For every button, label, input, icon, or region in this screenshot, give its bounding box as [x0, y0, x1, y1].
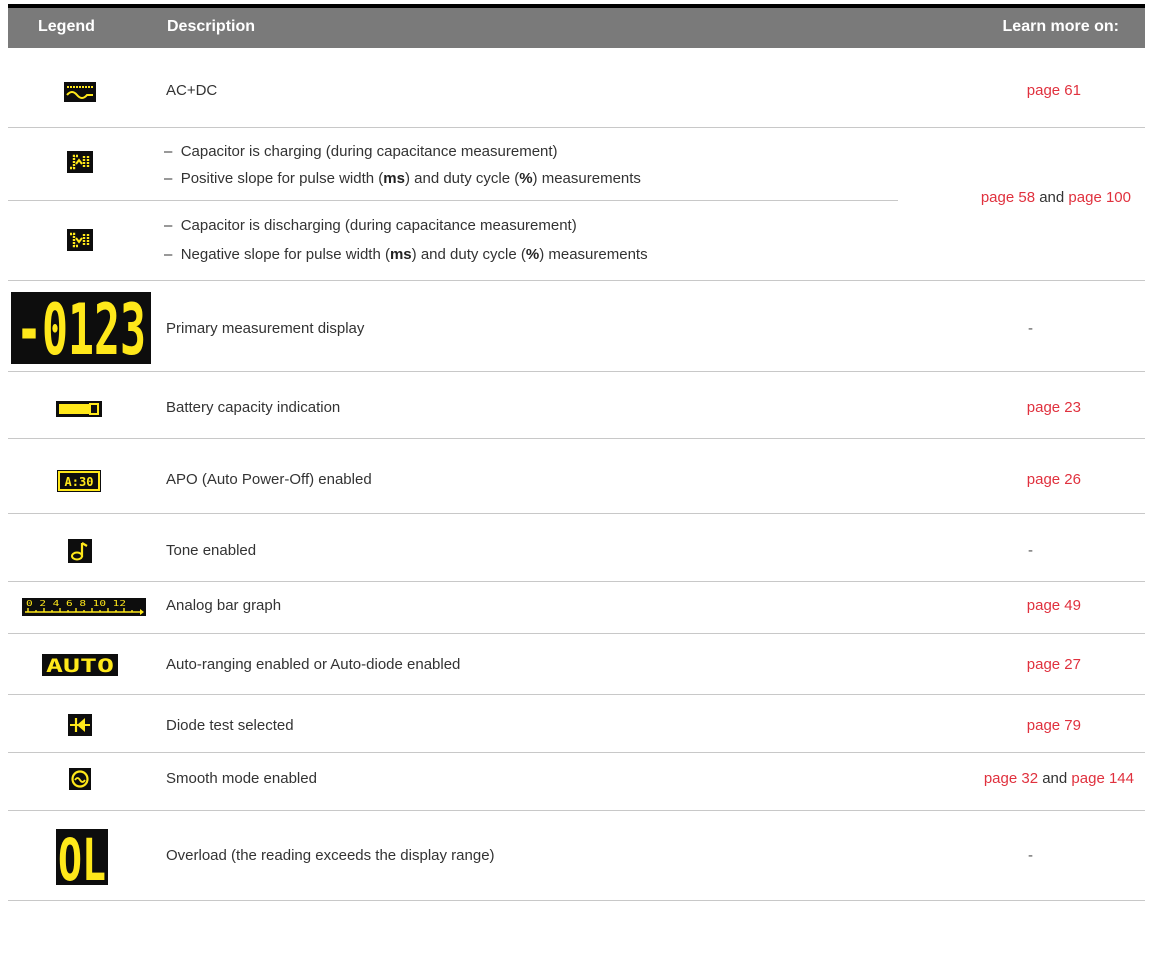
row-description: Analog bar graph	[166, 597, 282, 614]
battery-icon	[56, 401, 102, 417]
row-divider	[8, 900, 1145, 901]
svg-text:0 2 4 6 8 10 12: 0 2 4 6 8 10 12	[26, 599, 126, 608]
svg-text:AUTO: AUTO	[46, 655, 114, 676]
row-description: APO (Auto Power-Off) enabled	[166, 471, 372, 488]
row-divider	[8, 752, 1145, 753]
row-description: Diode test selected	[166, 717, 294, 734]
learn-more-none: -	[1028, 847, 1033, 864]
primary-display-icon: -0123	[11, 292, 151, 364]
diode-icon	[68, 714, 92, 736]
row-divider	[8, 581, 1145, 582]
row-divider	[8, 633, 1145, 634]
header-legend: Legend	[38, 18, 95, 35]
row-line-1: – Capacitor is charging (during capacita…	[164, 143, 558, 160]
svg-text:-0123: -0123	[16, 292, 146, 364]
apo-icon: A:30	[57, 470, 101, 492]
row-line-1: – Capacitor is discharging (during capac…	[164, 217, 577, 234]
row-description: Overload (the reading exceeds the displa…	[166, 847, 495, 864]
negative-slope-icon	[67, 229, 93, 251]
overload-icon: OL	[56, 829, 108, 885]
table-header: Legend Description Learn more on:	[8, 8, 1145, 48]
learn-more-link[interactable]: page 27	[1027, 656, 1081, 673]
row-description: Battery capacity indication	[166, 399, 341, 416]
svg-text:OL: OL	[58, 829, 106, 885]
learn-more-slope[interactable]: page 58 and page 100	[981, 189, 1131, 206]
ac-dc-icon	[64, 82, 96, 102]
learn-more-none: -	[1028, 542, 1033, 559]
learn-more-smooth[interactable]: page 32 and page 144	[984, 770, 1134, 787]
row-line-2: – Positive slope for pulse width (ms) an…	[164, 170, 641, 187]
row-description: AC+DC	[166, 82, 218, 99]
row-divider	[8, 371, 1145, 372]
row-description: Tone enabled	[166, 542, 257, 559]
learn-more-none: -	[1028, 320, 1033, 337]
row-divider	[8, 438, 1145, 439]
smooth-icon	[69, 768, 91, 790]
learn-more-link[interactable]: page 79	[1027, 717, 1081, 734]
row-line-2: – Negative slope for pulse width (ms) an…	[164, 246, 648, 263]
row-divider	[8, 810, 1145, 811]
row-description: Auto-ranging enabled or Auto-diode enabl…	[166, 656, 461, 673]
row-divider	[8, 280, 1145, 281]
tone-icon	[68, 539, 92, 563]
auto-icon: AUTO	[42, 654, 118, 676]
header-learn-more: Learn more on:	[1002, 18, 1119, 35]
row-description: Smooth mode enabled	[166, 770, 317, 787]
learn-more-link[interactable]: page 23	[1027, 399, 1081, 416]
row-divider	[8, 513, 1145, 514]
learn-more-link[interactable]: page 61	[1027, 82, 1081, 99]
row-divider	[8, 694, 1145, 695]
svg-text:A:30: A:30	[65, 475, 94, 489]
learn-more-link[interactable]: page 49	[1027, 597, 1081, 614]
learn-more-link[interactable]: page 26	[1027, 471, 1081, 488]
bar-graph-icon: 0 2 4 6 8 10 12	[22, 598, 146, 616]
row-description: Primary measurement display	[166, 320, 365, 337]
positive-slope-icon	[67, 151, 93, 173]
row-divider	[8, 127, 1145, 128]
row-divider	[8, 200, 898, 201]
header-description: Description	[167, 18, 256, 35]
